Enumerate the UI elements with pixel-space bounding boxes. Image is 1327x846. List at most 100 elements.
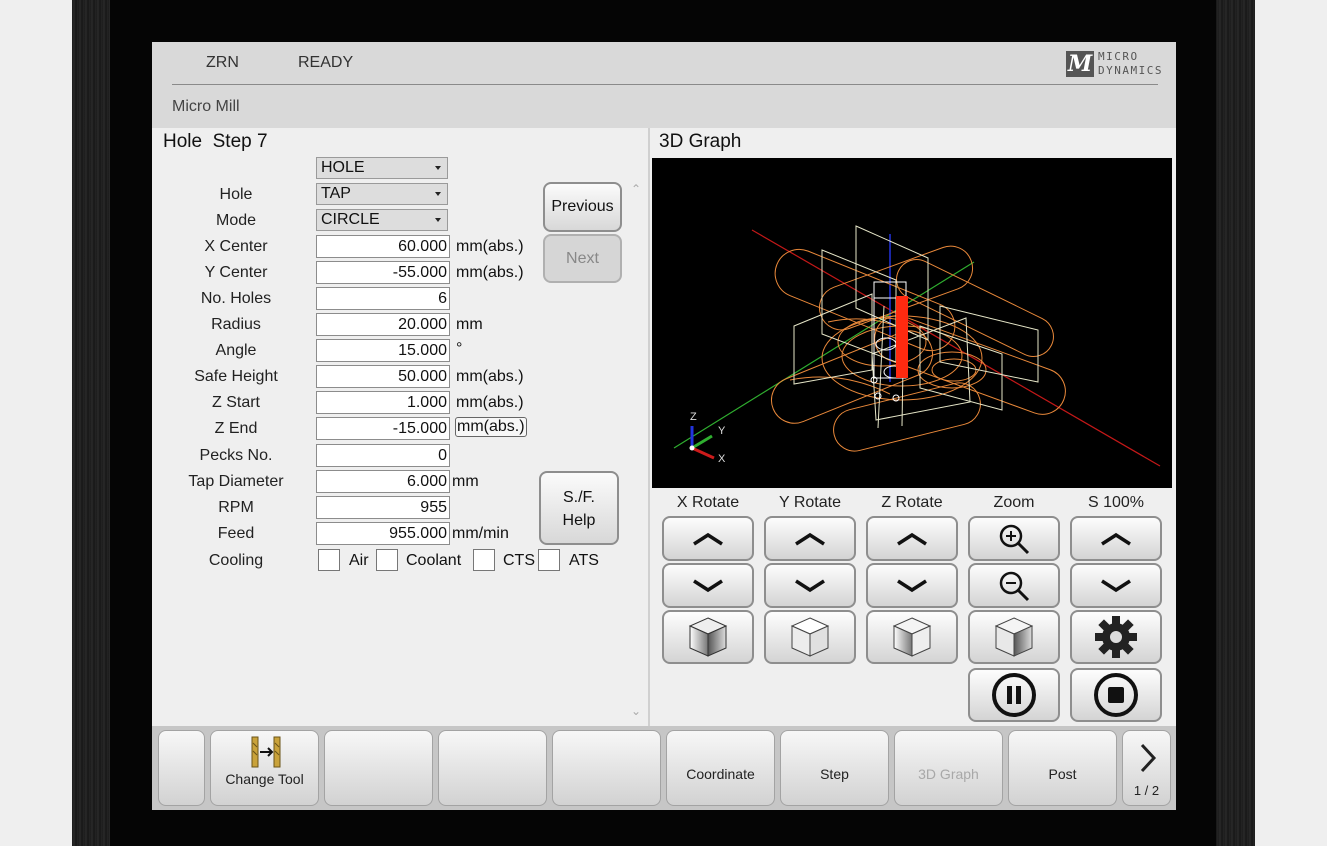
machine-state: READY bbox=[298, 54, 354, 71]
rpm-field[interactable]: 955 bbox=[316, 496, 450, 519]
speed-up-button[interactable] bbox=[1070, 516, 1162, 561]
y-axis-line bbox=[673, 261, 975, 449]
logo-text-line2: DYNAMICS bbox=[1098, 64, 1163, 77]
function-key-blank[interactable] bbox=[438, 730, 547, 806]
post-label: Post bbox=[1048, 766, 1077, 782]
pause-button[interactable] bbox=[968, 668, 1060, 722]
feed-unit: mm/min bbox=[452, 525, 509, 542]
cube-front-icon bbox=[892, 617, 932, 657]
z-end-label: Z End bbox=[214, 420, 258, 437]
function-key-blank[interactable] bbox=[324, 730, 433, 806]
stop-button[interactable] bbox=[1070, 668, 1162, 722]
3d-graph-label: 3D Graph bbox=[918, 766, 979, 782]
y-rotate-down-button[interactable] bbox=[764, 563, 856, 608]
x-rotate-down-button[interactable] bbox=[662, 563, 754, 608]
feed-label: Feed bbox=[217, 525, 255, 542]
coolant-checkbox-label: Coolant bbox=[406, 552, 462, 569]
page-indicator: 1 / 2 bbox=[1133, 783, 1160, 798]
function-key-bar: Change Tool Coordinate Step 3D Graph Pos… bbox=[152, 726, 1176, 810]
sf-help-button[interactable]: S./F. Help bbox=[539, 471, 619, 545]
safe-height-label: Safe Height bbox=[194, 368, 278, 385]
cube-shaded-icon bbox=[688, 617, 728, 657]
tap-diameter-field[interactable]: 6.000 bbox=[316, 470, 450, 493]
z-rotate-label: Z Rotate bbox=[881, 494, 943, 511]
feed-field[interactable]: 955.000 bbox=[316, 522, 450, 545]
x-center-field[interactable]: 60.000 bbox=[316, 235, 450, 258]
zoom-in-button[interactable] bbox=[968, 516, 1060, 561]
chevron-down-icon bbox=[795, 579, 825, 592]
y-center-label: Y Center bbox=[204, 264, 268, 281]
mode-label: Mode bbox=[215, 212, 257, 229]
hole-parameter-panel: Hole Step 7 HOLE Hole TAP Mode CIRCLE X … bbox=[152, 128, 648, 726]
zoom-out-button[interactable] bbox=[968, 563, 1060, 608]
chevron-up-icon bbox=[693, 532, 723, 545]
next-button[interactable]: Next bbox=[543, 234, 622, 283]
air-checkbox[interactable] bbox=[318, 549, 340, 571]
step-button[interactable]: Step bbox=[780, 730, 889, 806]
x-rotate-up-button[interactable] bbox=[662, 516, 754, 561]
cooling-label: Cooling bbox=[208, 552, 264, 569]
3d-graph-button[interactable]: 3D Graph bbox=[894, 730, 1003, 806]
chevron-down-icon bbox=[1101, 579, 1131, 592]
change-tool-button[interactable]: Change Tool bbox=[210, 730, 319, 806]
coordinate-button[interactable]: Coordinate bbox=[666, 730, 775, 806]
mode-select[interactable]: CIRCLE bbox=[316, 209, 448, 231]
angle-field[interactable]: 15.000 bbox=[316, 339, 450, 362]
change-tool-label: Change Tool bbox=[225, 771, 304, 787]
zoom-label: Zoom bbox=[993, 494, 1035, 511]
scroll-up-icon[interactable]: ⌃ bbox=[631, 182, 641, 196]
triad-z-label: Z bbox=[690, 411, 697, 423]
radius-field[interactable]: 20.000 bbox=[316, 313, 450, 336]
x-axis-line bbox=[751, 229, 1161, 467]
z-rotate-down-button[interactable] bbox=[866, 563, 958, 608]
z-rotate-up-button[interactable] bbox=[866, 516, 958, 561]
safe-height-field[interactable]: 50.000 bbox=[316, 365, 450, 388]
step-title: Hole Step 7 bbox=[163, 131, 268, 152]
no-holes-field[interactable]: 6 bbox=[316, 287, 450, 310]
header-divider bbox=[172, 84, 1158, 85]
scroll-down-icon[interactable]: ⌄ bbox=[631, 704, 641, 718]
z-end-unit-toggle[interactable]: mm(abs.) bbox=[455, 417, 527, 437]
view-iso-button[interactable] bbox=[662, 610, 754, 664]
chevron-up-icon bbox=[897, 532, 927, 545]
sf-help-label-line2: Help bbox=[562, 512, 596, 529]
previous-button[interactable]: Previous bbox=[543, 182, 622, 232]
chevron-right-icon bbox=[1140, 743, 1157, 773]
y-rotate-up-button[interactable] bbox=[764, 516, 856, 561]
dropdown-arrow-icon bbox=[435, 192, 441, 196]
operation-type-select[interactable]: HOLE bbox=[316, 157, 448, 179]
dropdown-arrow-icon bbox=[435, 166, 441, 170]
view-side-button[interactable] bbox=[968, 610, 1060, 664]
page-background-left bbox=[0, 0, 72, 846]
view-front-button[interactable] bbox=[866, 610, 958, 664]
speed-down-button[interactable] bbox=[1070, 563, 1162, 608]
z-end-field[interactable]: -15.000 bbox=[316, 417, 450, 440]
no-holes-label: No. Holes bbox=[200, 290, 272, 307]
x-center-label: X Center bbox=[204, 238, 268, 255]
settings-button[interactable] bbox=[1070, 610, 1162, 664]
sf-help-label-line1: S./F. bbox=[562, 489, 595, 506]
3d-graph-view[interactable]: Z Y X bbox=[652, 158, 1172, 488]
pause-icon bbox=[992, 673, 1036, 717]
chevron-down-icon bbox=[693, 579, 723, 592]
cube-top-icon bbox=[790, 617, 830, 657]
hole-type-select[interactable]: TAP bbox=[316, 183, 448, 205]
mode-value: CIRCLE bbox=[321, 211, 380, 228]
z-start-field[interactable]: 1.000 bbox=[316, 391, 450, 414]
pecks-no-field[interactable]: 0 bbox=[316, 444, 450, 467]
post-button[interactable]: Post bbox=[1008, 730, 1117, 806]
toolpath-lines bbox=[771, 245, 1066, 452]
next-page-button[interactable]: 1 / 2 bbox=[1122, 730, 1171, 806]
stop-icon bbox=[1094, 673, 1138, 717]
cts-checkbox[interactable] bbox=[473, 549, 495, 571]
radius-label: Radius bbox=[211, 316, 261, 333]
x-rotate-label: X Rotate bbox=[676, 494, 740, 511]
function-key-blank[interactable] bbox=[552, 730, 661, 806]
y-center-field[interactable]: -55.000 bbox=[316, 261, 450, 284]
coolant-checkbox[interactable] bbox=[376, 549, 398, 571]
function-key-blank[interactable] bbox=[158, 730, 205, 806]
view-top-button[interactable] bbox=[764, 610, 856, 664]
ats-checkbox[interactable] bbox=[538, 549, 560, 571]
safe-height-unit: mm(abs.) bbox=[456, 368, 524, 385]
triad-x-label: X bbox=[718, 453, 726, 465]
